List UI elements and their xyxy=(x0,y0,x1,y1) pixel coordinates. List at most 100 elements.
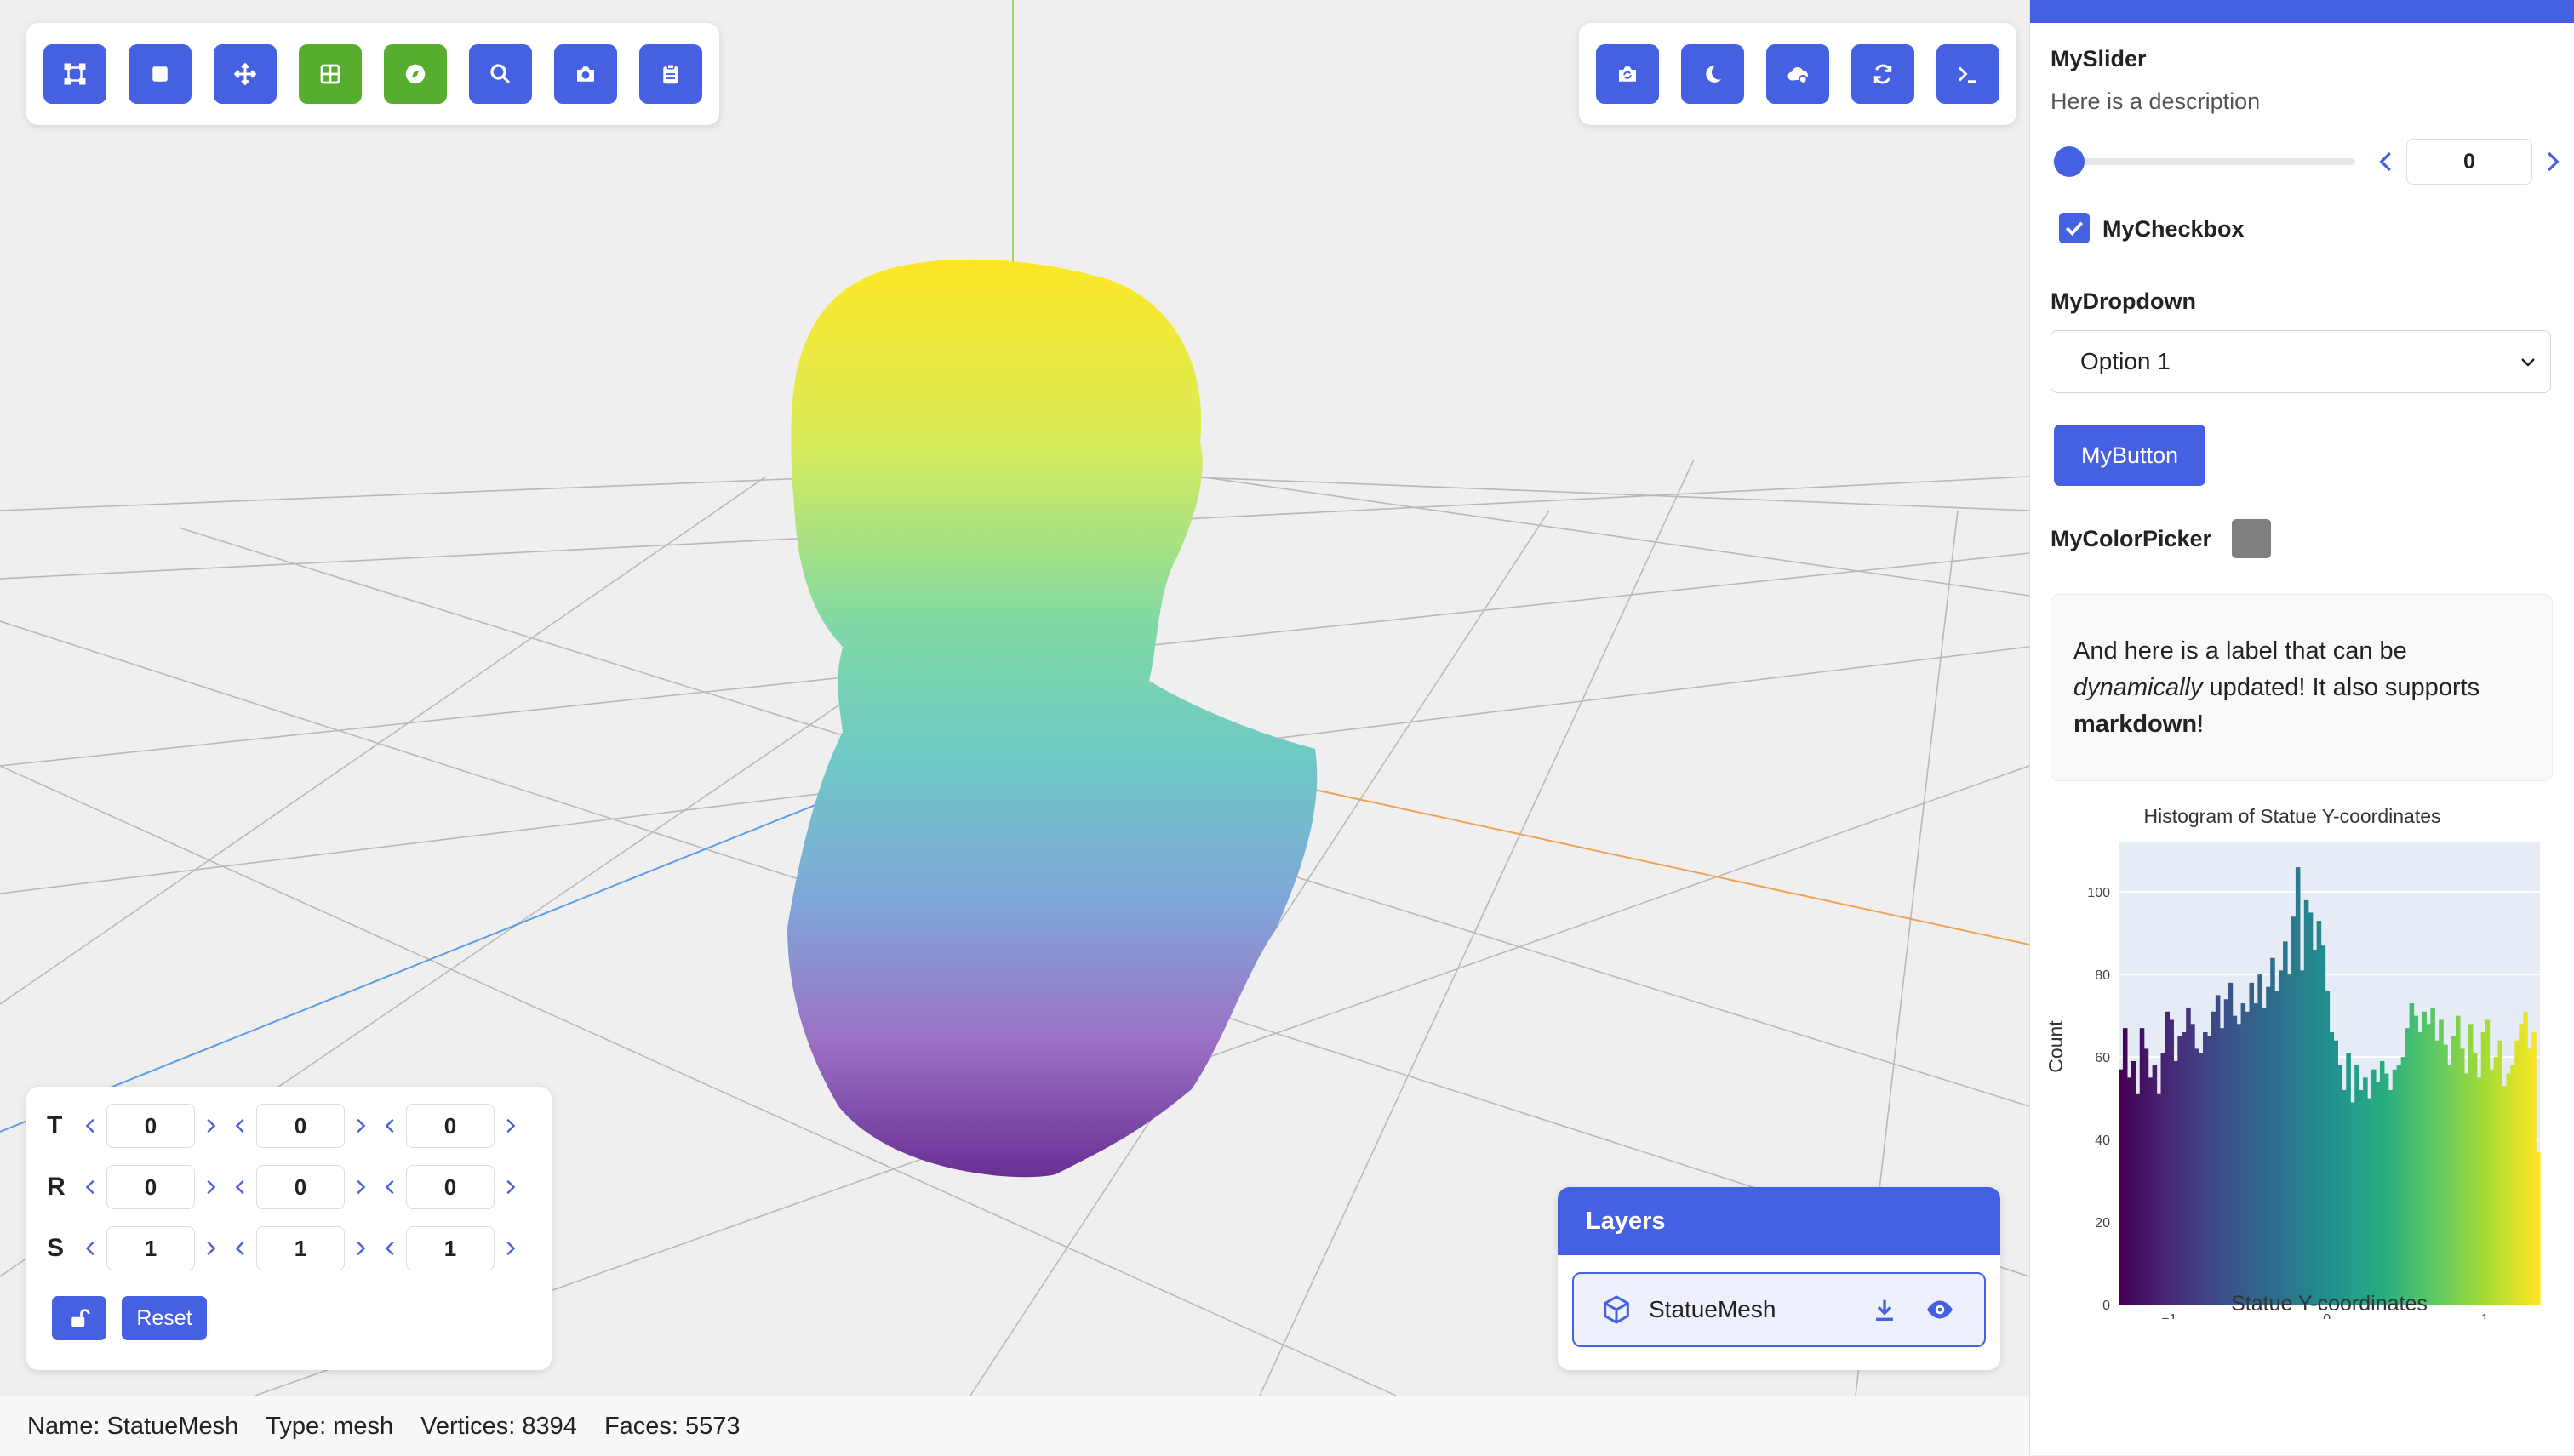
transform-value-input[interactable]: 0 xyxy=(256,1165,345,1209)
increment-icon[interactable] xyxy=(495,1168,525,1206)
decrement-icon[interactable] xyxy=(375,1107,406,1145)
lock-button[interactable] xyxy=(52,1296,106,1340)
transform-value-input[interactable]: 1 xyxy=(256,1226,345,1270)
reset-button[interactable]: Reset xyxy=(122,1296,207,1340)
slider-thumb[interactable] xyxy=(2054,146,2085,177)
move-button[interactable] xyxy=(214,44,277,104)
transform-value-input[interactable]: 0 xyxy=(406,1104,495,1148)
decrement-icon[interactable] xyxy=(76,1168,106,1206)
color-swatch[interactable] xyxy=(2232,519,2271,558)
histogram-bar xyxy=(2489,1069,2495,1305)
increment-icon[interactable] xyxy=(195,1107,226,1145)
decrement-icon[interactable] xyxy=(375,1230,406,1267)
transform-value-input[interactable]: 0 xyxy=(106,1104,195,1148)
download-icon[interactable] xyxy=(1870,1295,1899,1324)
histogram-bar xyxy=(2350,1102,2355,1305)
stop-button[interactable] xyxy=(129,44,192,104)
statue-mesh[interactable] xyxy=(787,259,1318,1178)
dropdown-value: Option 1 xyxy=(2080,348,2171,374)
markdown-text-2: updated! It also supports xyxy=(2202,674,2480,701)
y-tick-label: 60 xyxy=(2095,1051,2110,1065)
markdown-strong: markdown xyxy=(2074,711,2198,738)
histogram-bar xyxy=(2502,1086,2507,1305)
search-button[interactable] xyxy=(469,44,532,104)
histogram-chart: Histogram of Statue Y-coordinates 0 20 40 6… xyxy=(2045,805,2541,1319)
layer-item[interactable]: StatueMesh xyxy=(1572,1272,1986,1347)
clipboard-button[interactable] xyxy=(639,44,702,104)
switch-camera-button[interactable] xyxy=(1596,44,1659,104)
select-box-button[interactable] xyxy=(43,44,106,104)
increment-icon[interactable] xyxy=(495,1230,525,1267)
histogram-bar xyxy=(2228,982,2234,1305)
histogram-bar xyxy=(2160,1053,2166,1305)
histogram-bar xyxy=(2456,1015,2461,1305)
decrement-icon[interactable] xyxy=(226,1230,256,1267)
decrement-icon[interactable] xyxy=(76,1230,106,1267)
eye-icon[interactable] xyxy=(1925,1294,1955,1325)
transform-row-r: R 0 0 0 xyxy=(47,1163,525,1211)
decrement-icon[interactable] xyxy=(375,1168,406,1206)
histogram-bar xyxy=(2409,1003,2415,1305)
clipboard-icon xyxy=(663,64,678,84)
transform-value-input[interactable]: 0 xyxy=(406,1165,495,1209)
transform-value-input[interactable]: 1 xyxy=(406,1226,495,1270)
my-button[interactable]: MyButton xyxy=(2054,425,2205,486)
refresh-button[interactable] xyxy=(1851,44,1914,104)
histogram-bar xyxy=(2320,945,2326,1305)
histogram-bar xyxy=(2480,1032,2486,1305)
histogram-bar xyxy=(2422,1011,2427,1305)
slider-value-input[interactable]: 0 xyxy=(2406,139,2532,185)
histogram-bar xyxy=(2359,1089,2364,1305)
histogram-bar xyxy=(2177,1036,2182,1305)
histogram-bar xyxy=(2367,1098,2372,1305)
histogram-bar xyxy=(2447,1065,2452,1305)
terminal-icon xyxy=(1958,66,1976,83)
histogram-bar xyxy=(2426,1024,2431,1305)
histogram-bar xyxy=(2219,1028,2225,1305)
increment-icon[interactable] xyxy=(345,1230,375,1267)
slider-track[interactable] xyxy=(2052,158,2355,165)
y-tick-labels: 0 20 40 60 80 100 xyxy=(2087,886,2110,1313)
histogram-bar xyxy=(2223,999,2229,1305)
increment-icon[interactable] xyxy=(195,1168,226,1206)
slider-label: MySlider xyxy=(2051,46,2147,71)
histogram-bar xyxy=(2439,1019,2444,1305)
histogram-bar xyxy=(2253,1003,2258,1305)
histogram-bar xyxy=(2152,1065,2158,1305)
decrement-icon[interactable] xyxy=(226,1107,256,1145)
grid-icon xyxy=(320,64,340,84)
histogram-bar xyxy=(2472,1053,2478,1305)
checkbox[interactable] xyxy=(2059,213,2090,243)
compass-toggle-button[interactable] xyxy=(384,44,447,104)
slider-increment-icon[interactable] xyxy=(2539,146,2565,177)
increment-icon[interactable] xyxy=(195,1230,226,1267)
dropdown-select[interactable]: Option 1 xyxy=(2051,330,2551,393)
dark-mode-button[interactable] xyxy=(1681,44,1744,104)
transform-value-input[interactable]: 0 xyxy=(256,1104,345,1148)
increment-icon[interactable] xyxy=(495,1107,525,1145)
transform-value-input[interactable]: 0 xyxy=(106,1165,195,1209)
terminal-button[interactable] xyxy=(1936,44,1999,104)
increment-icon[interactable] xyxy=(345,1107,375,1145)
select-box-icon xyxy=(64,63,86,85)
histogram-bar xyxy=(2434,1040,2440,1305)
histogram-bar xyxy=(2485,1019,2491,1305)
histogram-bar xyxy=(2506,1073,2511,1305)
histogram-bar xyxy=(2206,1036,2212,1305)
moon-icon xyxy=(1706,65,1721,83)
histogram-bar xyxy=(2215,995,2221,1305)
3d-viewport[interactable]: T 0 0 0 R 0 0 0 S 1 1 1 Reset Layers StatueMesh xyxy=(0,0,2029,1396)
histogram-bar xyxy=(2493,1057,2499,1305)
increment-icon[interactable] xyxy=(345,1168,375,1206)
histogram-bar xyxy=(2190,1024,2195,1305)
decrement-icon[interactable] xyxy=(226,1168,256,1206)
histogram-bar xyxy=(2519,1024,2524,1305)
slider-decrement-icon[interactable] xyxy=(2374,146,2400,177)
screenshot-button[interactable] xyxy=(554,44,617,104)
decrement-icon[interactable] xyxy=(76,1107,106,1145)
histogram-bar xyxy=(2443,1044,2448,1305)
grid-toggle-button[interactable] xyxy=(299,44,362,104)
switch-camera-icon xyxy=(1619,66,1636,82)
cloud-settings-button[interactable] xyxy=(1766,44,1829,104)
transform-value-input[interactable]: 1 xyxy=(106,1226,195,1270)
